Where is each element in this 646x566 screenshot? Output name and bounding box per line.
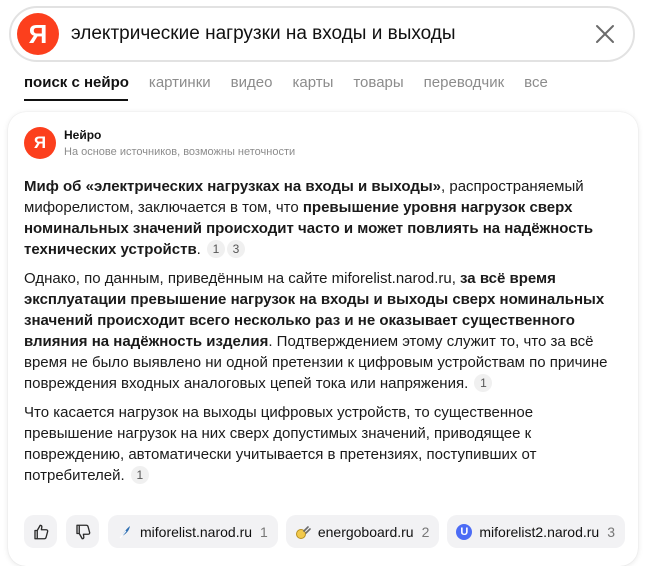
tab-video[interactable]: видео	[231, 74, 273, 94]
active-tab-underline	[24, 99, 128, 101]
citation-ref[interactable]: 1	[207, 240, 226, 258]
answer-paragraph-3: Что касается нагрузок на выходы цифровых…	[24, 404, 537, 484]
citation-ref[interactable]: 1	[474, 374, 493, 392]
tab-images[interactable]: картинки	[149, 74, 211, 94]
source-chip-energoboard[interactable]: energoboard.ru 2	[285, 515, 440, 548]
thumbs-up-icon[interactable]	[24, 515, 57, 548]
answer-footer: miforelist.narod.ru 1 energoboard.ru 2 U…	[24, 515, 633, 549]
thumbs-down-icon[interactable]	[66, 515, 99, 548]
close-icon[interactable]	[593, 22, 617, 46]
feather-icon	[117, 524, 133, 540]
answer-text: Миф об «электрических нагрузках на входы…	[24, 176, 624, 494]
tab-neiro[interactable]: поиск с нейро	[24, 74, 129, 94]
plug-icon	[295, 524, 311, 540]
neiro-title: Нейро	[64, 128, 102, 142]
tab-goods[interactable]: товары	[353, 74, 403, 94]
yandex-logo[interactable]: Я	[17, 13, 59, 55]
citation-ref[interactable]: 3	[227, 240, 246, 258]
source-chip-miforelist2[interactable]: U miforelist2.narod.ru 3	[447, 515, 626, 548]
tab-maps[interactable]: карты	[292, 74, 333, 94]
search-bar: Я	[9, 6, 635, 62]
search-tabs: поиск с нейро картинки видео карты товар…	[24, 74, 568, 94]
neiro-disclaimer: На основе источников, возможны неточност…	[64, 146, 296, 158]
source-chip-miforelist[interactable]: miforelist.narod.ru 1	[108, 515, 278, 548]
answer-paragraph-1: Миф об «электрических нагрузках на входы…	[24, 178, 594, 258]
tab-all[interactable]: все	[524, 74, 548, 94]
site-favicon: U	[456, 523, 473, 540]
neiro-answer-card: Я Нейро На основе источников, возможны н…	[8, 112, 638, 566]
neiro-logo-icon: Я	[24, 127, 56, 159]
search-input[interactable]	[71, 20, 571, 48]
tab-translator[interactable]: переводчик	[424, 74, 504, 94]
answer-paragraph-2: Однако, по данным, приведённым на сайте …	[24, 270, 608, 392]
citation-ref[interactable]: 1	[130, 466, 149, 484]
